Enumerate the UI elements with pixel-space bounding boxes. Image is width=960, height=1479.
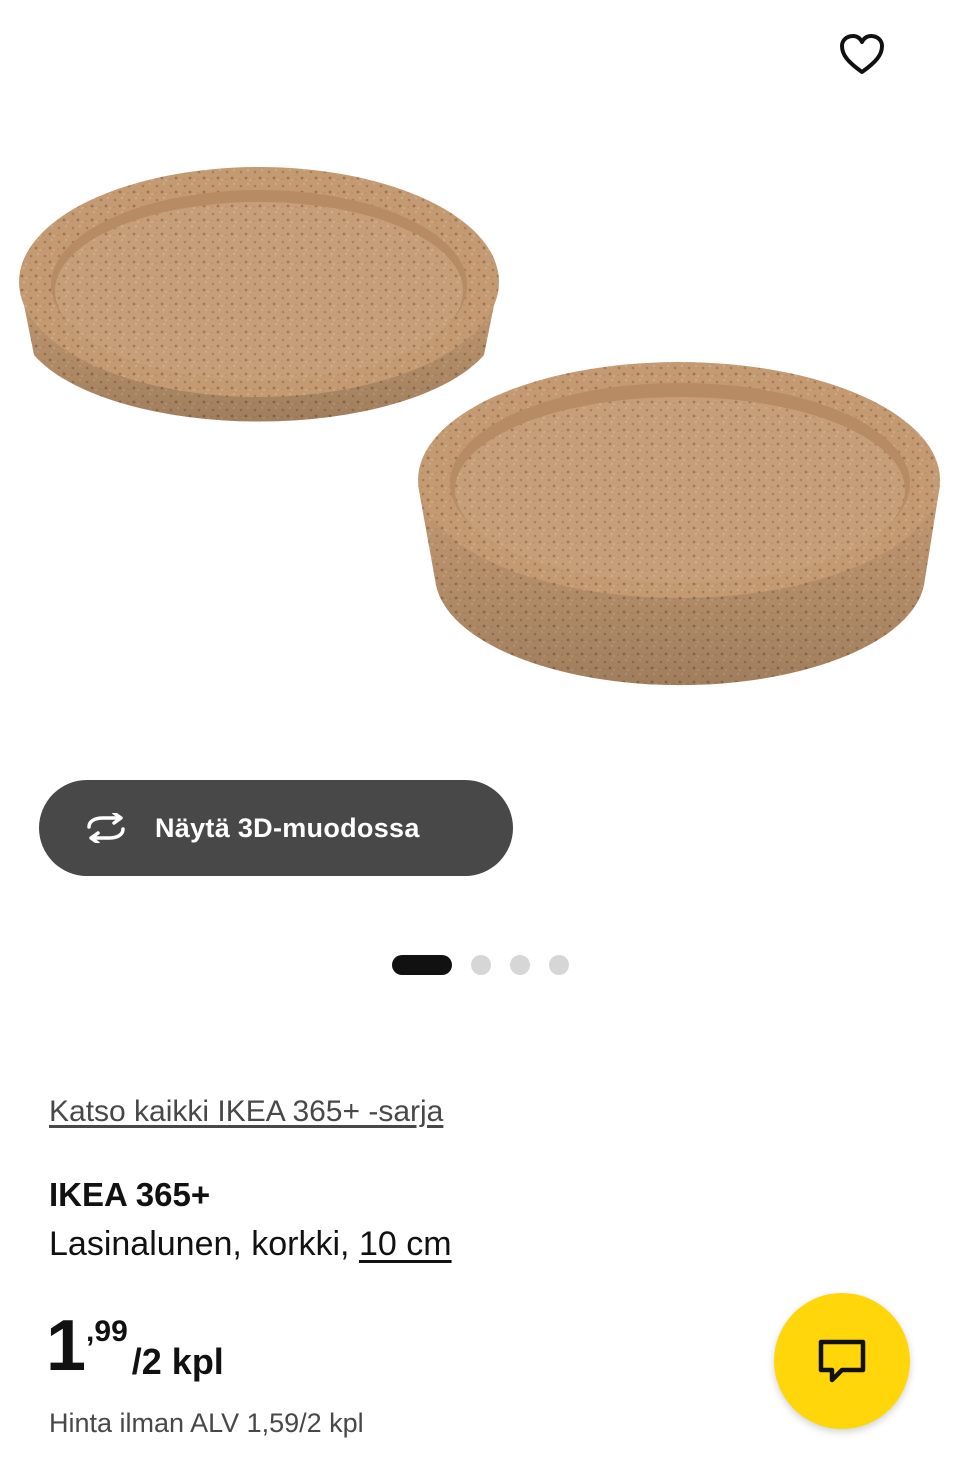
coaster-1 <box>19 167 499 422</box>
heart-icon <box>840 34 884 74</box>
chat-bubble-icon <box>818 1339 866 1383</box>
pagination-dot-3[interactable] <box>509 955 530 975</box>
view-3d-label: Näytä 3D-muodossa <box>155 812 420 843</box>
product-description-text: Lasinalunen, korkki, <box>49 1225 350 1263</box>
pagination-dot-4[interactable] <box>548 955 569 975</box>
price-integer: 1 <box>46 1306 87 1386</box>
pagination-dot-1[interactable] <box>391 955 452 975</box>
coaster-2 <box>418 362 940 686</box>
product-gallery[interactable]: Näytä 3D-muodossa <box>0 0 960 1010</box>
series-link[interactable]: Katso kaikki IKEA 365+ -sarja <box>49 1095 443 1129</box>
product-image <box>19 167 940 686</box>
favorite-button[interactable] <box>832 24 892 84</box>
price-decimal: ,99 <box>86 1315 128 1348</box>
price-without-vat: Hinta ilman ALV 1,59/2 kpl <box>49 1408 364 1438</box>
chat-button[interactable] <box>774 1293 910 1429</box>
rotate-3d-icon <box>81 808 133 848</box>
product-price: 1 ,99 /2 kpl <box>46 1306 224 1386</box>
image-pagination <box>0 955 960 975</box>
pagination-dot-2[interactable] <box>470 955 491 975</box>
product-name: IKEA 365+ <box>49 1176 211 1213</box>
product-size-link[interactable]: 10 cm <box>359 1225 452 1263</box>
price-unit: /2 kpl <box>131 1341 224 1382</box>
product-description: Lasinalunen, korkki, 10 cm <box>49 1225 452 1264</box>
view-3d-button[interactable]: Näytä 3D-muodossa <box>39 780 513 876</box>
